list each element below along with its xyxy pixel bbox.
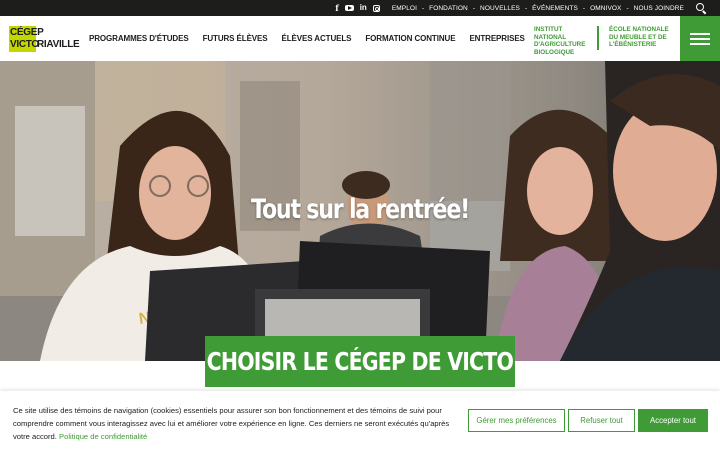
manage-preferences-button[interactable]: Gérer mes préférences: [468, 409, 565, 432]
cookie-text: Ce site utilise des témoins de navigatio…: [13, 404, 453, 443]
hero-banner: NIRVANA Tout sur la rentrée!: [0, 61, 720, 361]
separator: -: [582, 4, 586, 12]
cookie-banner: Ce site utilise des témoins de navigatio…: [0, 391, 720, 450]
nav-formation-continue[interactable]: FORMATION CONTINUE: [365, 34, 455, 43]
utility-link-nous-joindre[interactable]: NOUS JOINDRE: [634, 5, 684, 12]
logo-line-3: RIAVILLE: [37, 39, 80, 50]
utility-links: EMPLOI - FONDATION - NOUVELLES - ÉVÉNEME…: [392, 5, 684, 12]
search-icon[interactable]: [696, 3, 706, 13]
choose-cegep-cta-button[interactable]: CHOISIR LE CÉGEP DE VICTO: [205, 336, 515, 387]
linkedin-icon[interactable]: in: [360, 4, 367, 12]
cta-label: CHOISIR LE CÉGEP DE VICTO: [206, 347, 514, 376]
institute-divider: [597, 26, 599, 50]
social-links: f in: [335, 4, 380, 12]
utility-link-fondation[interactable]: FONDATION: [429, 5, 468, 12]
nav-eleves-actuels[interactable]: ÉLÈVES ACTUELS: [282, 34, 352, 43]
institute-meuble-link[interactable]: ÉCOLE NATIONALE DU MEUBLE ET DE L'ÉBÉNIS…: [609, 26, 669, 49]
separator: -: [626, 4, 629, 12]
hamburger-line: [690, 37, 710, 40]
main-nav: PROGRAMMES D'ÉTUDES FUTURS ÉLÈVES ÉLÈVES…: [89, 16, 525, 61]
separator: -: [421, 4, 425, 12]
utility-link-emploi[interactable]: EMPLOI: [392, 5, 417, 12]
logo-line-2: VICTO: [10, 39, 39, 50]
hamburger-line: [690, 32, 710, 35]
separator: -: [524, 4, 528, 12]
cegep-logo[interactable]: CÉGEP VICTO RIAVILLE: [9, 26, 80, 52]
hamburger-menu-button[interactable]: [680, 16, 720, 61]
utility-bar: f in EMPLOI - FONDATION - NOUVELLES - ÉV…: [0, 0, 720, 16]
utility-link-evenements[interactable]: ÉVÉNEMENTS: [532, 5, 578, 12]
utility-link-nouvelles[interactable]: NOUVELLES: [480, 5, 520, 12]
youtube-icon[interactable]: [344, 5, 354, 11]
privacy-policy-link[interactable]: Politique de confidentialité: [59, 432, 147, 441]
utility-link-omnivox[interactable]: OMNIVOX: [590, 5, 621, 12]
nav-entreprises[interactable]: ENTREPRISES: [469, 34, 524, 43]
institute-agriculture-link[interactable]: INSTITUT NATIONAL D'AGRICULTURE BIOLOGIQ…: [534, 26, 594, 56]
logo-line-1: CÉGEP: [10, 27, 44, 38]
instagram-icon[interactable]: [372, 4, 380, 12]
hero-title: Tout sur la rentrée!: [251, 194, 470, 225]
facebook-icon[interactable]: f: [335, 4, 338, 12]
hamburger-line: [690, 42, 710, 45]
nav-programmes[interactable]: PROGRAMMES D'ÉTUDES: [89, 34, 189, 43]
refuse-all-button[interactable]: Refuser tout: [568, 409, 635, 432]
separator: -: [472, 4, 476, 12]
nav-futurs-eleves[interactable]: FUTURS ÉLÈVES: [203, 34, 268, 43]
main-header: CÉGEP VICTO RIAVILLE PROGRAMMES D'ÉTUDES…: [0, 16, 720, 61]
accept-all-button[interactable]: Accepter tout: [638, 409, 708, 432]
